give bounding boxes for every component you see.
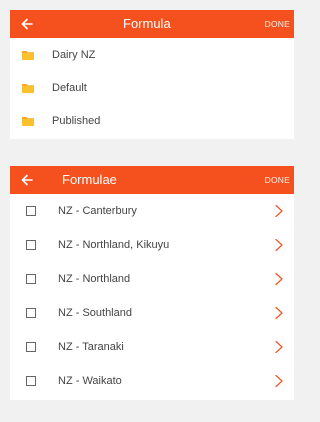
- done-button[interactable]: DONE: [265, 10, 290, 38]
- list-item-label: NZ - Waikato: [58, 375, 122, 387]
- formula-title: Formula: [123, 16, 171, 31]
- list-item[interactable]: NZ - Northland: [10, 262, 294, 296]
- checkbox[interactable]: [26, 274, 36, 284]
- folder-icon: [22, 50, 34, 60]
- arrow-left-icon: [21, 174, 33, 186]
- list-item-label: NZ - Northland, Kikuyu: [58, 239, 170, 251]
- list-item-label: NZ - Northland: [58, 273, 131, 285]
- screen: Formula DONE Dairy NZ Default Published: [0, 0, 294, 422]
- chevron-right-icon[interactable]: [274, 306, 284, 320]
- checkbox[interactable]: [26, 206, 36, 216]
- chevron-right-icon[interactable]: [274, 204, 284, 218]
- folder-item-dairy-nz[interactable]: Dairy NZ: [10, 38, 294, 71]
- chevron-right-icon[interactable]: [274, 340, 284, 354]
- formula-header: Formula DONE: [10, 10, 294, 38]
- back-button[interactable]: [17, 166, 37, 194]
- folder-label: Published: [52, 114, 101, 127]
- chevron-right-icon[interactable]: [274, 238, 284, 252]
- list-item[interactable]: NZ - Waikato: [10, 364, 294, 398]
- list-item-label: NZ - Taranaki: [58, 341, 124, 353]
- back-button[interactable]: [17, 10, 37, 38]
- checkbox[interactable]: [26, 376, 36, 386]
- folder-label: Default: [52, 81, 87, 94]
- folder-icon: [22, 83, 34, 93]
- formulae-title: Formulae: [62, 172, 117, 187]
- chevron-right-icon[interactable]: [274, 374, 284, 388]
- folder-item-published[interactable]: Published: [10, 104, 294, 137]
- folder-icon: [22, 116, 34, 126]
- list-item[interactable]: NZ - Taranaki: [10, 330, 294, 364]
- folder-list: Dairy NZ Default Published: [10, 38, 294, 139]
- formulae-header: Formulae DONE: [10, 166, 294, 194]
- folder-item-default[interactable]: Default: [10, 71, 294, 104]
- arrow-left-icon: [21, 18, 33, 30]
- chevron-right-icon[interactable]: [274, 272, 284, 286]
- checkbox[interactable]: [26, 342, 36, 352]
- done-button[interactable]: DONE: [265, 166, 290, 194]
- checkbox[interactable]: [26, 308, 36, 318]
- folder-label: Dairy NZ: [52, 48, 96, 61]
- formulae-list: NZ - Canterbury NZ - Northland, Kikuyu N…: [10, 194, 294, 400]
- list-item[interactable]: NZ - Northland, Kikuyu: [10, 228, 294, 262]
- checkbox[interactable]: [26, 240, 36, 250]
- list-item[interactable]: NZ - Southland: [10, 296, 294, 330]
- list-item-label: NZ - Southland: [58, 307, 132, 319]
- list-item[interactable]: NZ - Canterbury: [10, 194, 294, 228]
- list-item-label: NZ - Canterbury: [58, 205, 137, 217]
